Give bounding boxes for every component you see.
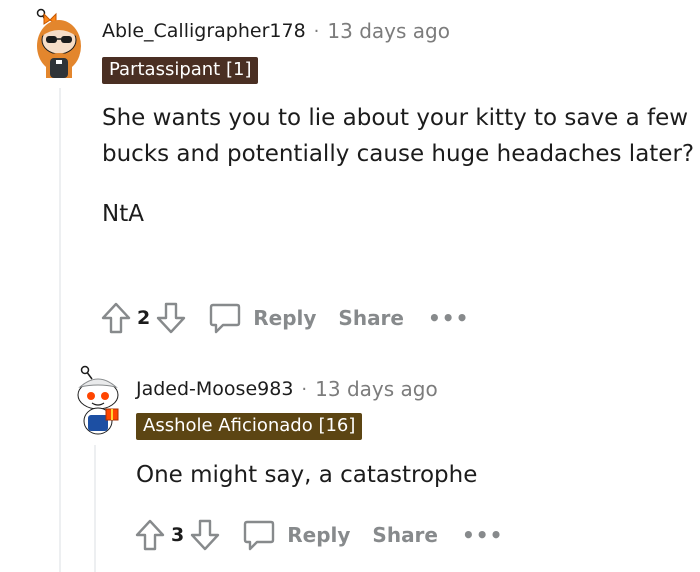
comment-2-username[interactable]: Jaded-Moose983 xyxy=(136,378,293,400)
comment-1-username[interactable]: Able_Calligrapher178 xyxy=(102,20,306,42)
comment-1-actions: 2 Reply Share ••• xyxy=(100,298,469,338)
comment-1-timestamp[interactable]: 13 days ago xyxy=(327,19,450,43)
vote-count: 2 xyxy=(137,307,151,329)
avatar-jaded-moose[interactable] xyxy=(68,365,128,435)
reply-button[interactable]: Reply xyxy=(287,523,350,547)
speech-bubble-icon[interactable] xyxy=(241,517,277,553)
comment-1-paragraph: She wants you to lie about your kitty to… xyxy=(102,105,695,167)
more-options-button[interactable]: ••• xyxy=(462,523,503,547)
reply-button[interactable]: Reply xyxy=(253,306,316,330)
downvote-arrow-icon[interactable] xyxy=(189,518,221,552)
comment-2-actions: 3 Reply Share ••• xyxy=(134,515,503,555)
speech-bubble-icon[interactable] xyxy=(207,300,243,336)
meta-separator: · xyxy=(313,20,320,42)
share-button[interactable]: Share xyxy=(338,306,404,330)
comment-1-flair: Partassipant [1] xyxy=(102,57,259,84)
comment-2-flair: Asshole Aficionado [16] xyxy=(136,413,363,440)
more-options-button[interactable]: ••• xyxy=(428,306,469,330)
comment-2-header: Jaded-Moose983 · 13 days ago xyxy=(136,377,438,401)
comment-1-header: Able_Calligrapher178 · 13 days ago xyxy=(102,19,450,43)
comment-1-body: She wants you to lie about your kitty to… xyxy=(102,100,700,232)
comment-2-body: One might say, a catastrophe xyxy=(136,457,696,493)
thread-line-1[interactable] xyxy=(59,88,61,572)
upvote-arrow-icon[interactable] xyxy=(100,301,132,335)
upvote-arrow-icon[interactable] xyxy=(134,518,166,552)
comment-2-timestamp[interactable]: 13 days ago xyxy=(315,377,438,401)
meta-separator: · xyxy=(301,378,308,400)
avatar-able-calligrapher[interactable] xyxy=(28,8,88,78)
thread-line-2[interactable] xyxy=(94,445,96,572)
vote-count: 3 xyxy=(171,524,185,546)
downvote-arrow-icon[interactable] xyxy=(155,301,187,335)
share-button[interactable]: Share xyxy=(372,523,438,547)
comment-2-paragraph: One might say, a catastrophe xyxy=(136,462,478,488)
comment-1-paragraph: NtA xyxy=(102,201,144,227)
